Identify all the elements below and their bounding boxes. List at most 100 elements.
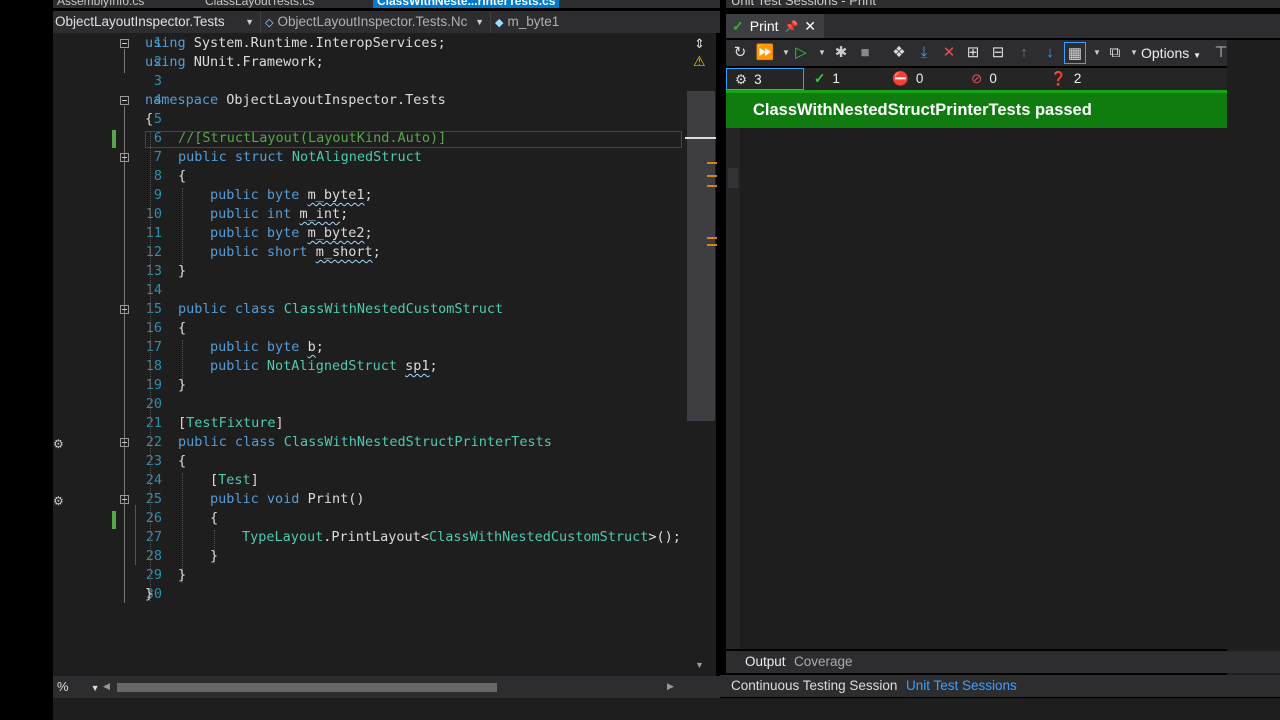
close-icon[interactable]: ✕ (804, 18, 816, 35)
document-tab-strip: AssemblyInfo.cs ClassLayoutTests.cs Clas… (53, 0, 720, 8)
collapse-all-icon[interactable]: ⊟ (987, 42, 1009, 64)
line-number: 17 (145, 339, 162, 355)
identifier: m_int (299, 206, 341, 222)
failed-icon: ⛔ (892, 71, 909, 86)
member-dropdown-value: m_byte1 (507, 14, 560, 29)
line-number: 9 (153, 187, 162, 203)
doc-tab-assemblyinfo[interactable]: AssemblyInfo.cs (53, 0, 148, 8)
fold-toggle[interactable] (120, 495, 129, 504)
zoom-value: % (57, 679, 69, 694)
code-line: } (145, 586, 154, 602)
tab-unit-test-sessions[interactable]: Unit Test Sessions (906, 675, 1017, 697)
keyword: public (210, 187, 259, 203)
scroll-left-icon[interactable]: ◀ (103, 681, 110, 692)
line-number: 5 (153, 111, 162, 127)
debug-icon[interactable]: ✱ (830, 42, 852, 64)
stop-icon[interactable]: ■ (854, 42, 876, 64)
fold-toggle[interactable] (120, 153, 129, 162)
line-number: 20 (145, 396, 162, 412)
results-scroll-thumb[interactable] (728, 168, 738, 188)
fold-toggle[interactable] (120, 305, 129, 314)
expand-all-icon[interactable]: ⊞ (962, 42, 984, 64)
horizontal-scrollbar-thumb[interactable] (117, 683, 497, 692)
previous-icon[interactable]: ↑ (1013, 42, 1035, 64)
warning-icon[interactable]: ⚠ (693, 53, 706, 70)
code-text: ] (275, 415, 284, 431)
keyword: namespace (145, 92, 219, 108)
line-number: 13 (145, 263, 162, 279)
code-text: [ (178, 415, 187, 431)
tab-output[interactable]: Output (745, 651, 786, 673)
code-line: public NotAlignedStruct sp1; (210, 357, 438, 376)
doc-tab-classlayouttests[interactable]: ClassLayoutTests.cs (201, 0, 318, 8)
unit-test-toolbar: ↻ ⏩ ▼ ▷ ▼ ✱ ■ ❖ ⤓ ✕ ⊞ ⊟ ↑ ↓ ▦ ▼ ⧉ ▼ Opti… (726, 40, 1280, 66)
class-icon: ◇ (265, 17, 274, 29)
indent-guide (150, 131, 151, 601)
attribute-name: TestFixture (186, 415, 276, 431)
failed-count: 0 (915, 71, 924, 86)
code-comment-line: //[StructLayout(LayoutKind.Auto)] (178, 130, 447, 146)
code-line: public byte m_byte1; (210, 186, 373, 205)
zoom-level[interactable]: % ▼ (57, 679, 99, 694)
passed-tests-filter[interactable]: ✓ 1 (814, 68, 840, 90)
keyword: using (145, 35, 186, 51)
type-name: ClassWithNestedCustomStruct (283, 301, 504, 317)
line-number: 29 (145, 567, 162, 583)
test-status-icon[interactable]: ⚙ (53, 437, 69, 453)
fold-toggle[interactable] (120, 96, 129, 105)
scroll-down-icon[interactable]: ▼ (695, 660, 704, 670)
ignored-tests-filter[interactable]: ⊘ 0 (971, 68, 997, 90)
chevron-down-icon: ▼ (90, 683, 100, 693)
keyword: public (210, 206, 259, 222)
overview-marker (707, 185, 717, 187)
test-results-panel[interactable] (726, 128, 1227, 649)
results-scroll-track[interactable] (726, 128, 740, 649)
keyword: class (234, 434, 276, 450)
code-text: ; (429, 358, 438, 374)
tab-continuous-testing-session[interactable]: Continuous Testing Session (731, 675, 897, 697)
code-editor[interactable]: ⚙ ⚙ 1 2 3 4 5 6 7 8 9 10 11 12 13 14 15 … (53, 33, 685, 676)
track-icon[interactable]: ❖ (888, 42, 910, 64)
split-handle-icon[interactable]: ⇕ (694, 36, 705, 52)
next-icon[interactable]: ↓ (1039, 42, 1061, 64)
editor-vertical-scrollbar[interactable]: ⇕ ⚠ ▼ (685, 33, 717, 676)
status-bar (53, 698, 1280, 720)
run-all-icon[interactable]: ⏩ (754, 42, 776, 64)
scrollbar-thumb[interactable] (687, 91, 715, 421)
fold-line (135, 505, 136, 565)
options-dropdown[interactable]: Options ▼ (1141, 45, 1201, 61)
line-number: 19 (145, 377, 162, 393)
scroll-right-icon[interactable]: ▶ (667, 681, 674, 692)
tab-print[interactable]: ✓ Print 📌 ✕ (726, 14, 824, 38)
type-name: ClassWithNestedStructPrinterTests (283, 434, 552, 450)
remove-icon[interactable]: ✕ (938, 42, 960, 64)
layout-icon[interactable]: ▦ (1064, 42, 1086, 64)
fold-toggle[interactable] (120, 438, 129, 447)
pin-icon[interactable]: 📌 (785, 20, 799, 33)
fold-toggle[interactable] (120, 39, 129, 48)
type-dropdown[interactable]: ◇ ObjectLayoutInspector.Tests.Nc ▼ (263, 11, 491, 33)
expand-icon[interactable]: ⤓ (913, 42, 935, 64)
editor-horizontal-bar: % ▼ ◀ ▶ (53, 676, 720, 698)
run-icon[interactable]: ▷ (790, 42, 812, 64)
total-tests-filter[interactable]: ⚙ 3 (726, 68, 804, 90)
doc-tab-active[interactable]: ClassWithNeste...rinterTests.cs (373, 0, 560, 8)
refresh-icon[interactable]: ↻ (729, 42, 751, 64)
keyword: public (210, 339, 259, 355)
identifier: m_short (315, 244, 373, 260)
code-text: Print() (299, 491, 365, 507)
failed-tests-filter[interactable]: ⛔ 0 (892, 68, 923, 90)
code-text: NUnit.Framework; (185, 54, 324, 70)
line-number: 7 (153, 149, 162, 165)
test-status-icon[interactable]: ⚙ (53, 494, 69, 510)
keyword: public (210, 358, 259, 374)
project-dropdown[interactable]: ObjectLayoutInspector.Tests ▼ (53, 11, 261, 33)
code-line: } (178, 263, 187, 279)
code-line: { (178, 453, 187, 469)
code-line: { (178, 168, 187, 184)
code-line: { (145, 110, 153, 129)
unknown-tests-filter[interactable]: ❓ 2 (1050, 68, 1081, 90)
tab-coverage[interactable]: Coverage (794, 651, 853, 673)
code-line: public byte b; (210, 338, 324, 357)
member-dropdown[interactable]: ◆ m_byte1 (493, 11, 720, 33)
